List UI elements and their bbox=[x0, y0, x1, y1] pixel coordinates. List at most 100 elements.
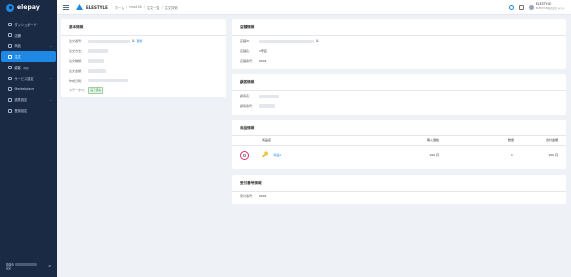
registration-icon bbox=[8, 109, 12, 113]
swap-icon[interactable]: ⇄ bbox=[48, 265, 51, 268]
menu-icon[interactable] bbox=[63, 4, 69, 10]
breadcrumb-account[interactable]: tmo100 bbox=[129, 5, 141, 10]
sidebar-item-customer[interactable]: 顧客 (β版) bbox=[1, 62, 56, 73]
created-at-row: 作成日時： bbox=[61, 76, 226, 86]
customer-label: 顧客 bbox=[14, 66, 21, 71]
status-badge: 完了済み bbox=[88, 86, 104, 94]
refresh-link[interactable]: 更新 bbox=[137, 39, 143, 43]
card-title: 受付番号情報 bbox=[240, 181, 262, 185]
redacted-value bbox=[88, 49, 108, 53]
sidebar-item-label: 顧客 (β版) bbox=[15, 65, 53, 70]
sidebar-item-store[interactable]: 店舗 bbox=[1, 30, 56, 41]
row-select-cell bbox=[240, 150, 262, 160]
field-label: 注文種類： bbox=[69, 58, 85, 63]
field-label: 注文番号： bbox=[69, 39, 85, 44]
copy-icon[interactable]: ⧉ bbox=[132, 39, 135, 43]
customer-icon bbox=[8, 65, 12, 70]
redacted-value bbox=[88, 69, 106, 73]
download-icon[interactable] bbox=[518, 4, 524, 10]
sidebar-item-service-settings[interactable]: サービス設定 ⌄ bbox=[1, 73, 56, 84]
column-header: 購入価格 bbox=[426, 138, 439, 142]
order-icon bbox=[8, 55, 12, 59]
store-number-row: 店舗番号： 0001 bbox=[232, 56, 566, 66]
breadcrumb-order-list[interactable]: 注文一覧 bbox=[147, 5, 160, 10]
field-label: 顧客番号： bbox=[240, 104, 256, 109]
sidebar-item-registration[interactable]: 登録設定 bbox=[1, 105, 56, 116]
checkbox-icon bbox=[243, 153, 246, 157]
elepay-logo-icon bbox=[6, 3, 14, 12]
total-cell: 100 円 bbox=[548, 153, 558, 157]
redacted-value bbox=[88, 78, 128, 83]
sidebar-nav: ダッシュボード 店舗 商品 ⌄ 注文 顧客 (β版) サービス設定 ⌄ Marke… bbox=[0, 19, 57, 116]
table-header: 商品名 購入価格 数量 合計金額 bbox=[232, 136, 566, 146]
product-link[interactable]: 商品A bbox=[273, 153, 281, 157]
store-number-value: 0001 bbox=[259, 58, 267, 63]
avatar bbox=[528, 4, 534, 10]
sidebar-item-label: 登録設定 bbox=[14, 109, 28, 114]
field-label: 店舗ID： bbox=[240, 39, 253, 44]
field-label: 作成日時： bbox=[69, 78, 85, 83]
column-header: 合計金額 bbox=[545, 138, 558, 142]
user-org: ELESTYLE株式会社 テスト bbox=[535, 7, 565, 10]
topbar-actions: ELESTYLE ELESTYLE株式会社 テスト bbox=[508, 3, 565, 10]
sidebar-item-label: サービス設定 bbox=[14, 76, 34, 81]
store-name: ELESTYLE bbox=[86, 4, 108, 10]
breadcrumb-home[interactable]: ホーム bbox=[115, 5, 124, 10]
card-title: 商品情報 bbox=[240, 126, 255, 130]
store-name-value: 1号店 bbox=[259, 49, 267, 54]
customer-name-row: 顧客名： bbox=[232, 92, 566, 102]
redacted-value bbox=[14, 262, 37, 266]
card-title: 基本情報 bbox=[69, 25, 84, 29]
sidebar-item-integration[interactable]: 連携設定 ⌄ bbox=[1, 95, 56, 106]
field-label: 注文方法： bbox=[69, 49, 85, 54]
field-label: 顧客名： bbox=[240, 94, 253, 99]
card-title: 顧客情報 bbox=[240, 80, 255, 84]
settings-label: 設定 bbox=[6, 267, 12, 270]
breadcrumb-separator: / bbox=[143, 4, 145, 9]
receipt-number-value: 0001 bbox=[259, 194, 267, 199]
field-label: 受付番号： bbox=[240, 194, 256, 199]
marketplace-icon bbox=[8, 87, 12, 91]
product-icon bbox=[8, 44, 12, 48]
user-info: ELESTYLE ELESTYLE株式会社 テスト bbox=[536, 3, 565, 10]
price-cell: 100 円 bbox=[429, 153, 439, 157]
user-menu[interactable]: ELESTYLE ELESTYLE株式会社 テスト bbox=[528, 3, 565, 10]
copy-icon[interactable]: ⧉ bbox=[316, 39, 319, 43]
field-label: ステータス： bbox=[69, 88, 88, 93]
sidebar-item-product[interactable]: 商品 ⌄ bbox=[1, 41, 56, 52]
chevron-down-icon: ⌄ bbox=[49, 76, 52, 81]
customer-info-card: 顧客情報 顧客名： 顧客番号： bbox=[232, 74, 566, 115]
row-checkbox[interactable] bbox=[240, 150, 249, 160]
sidebar-item-dashboard[interactable]: ダッシュボード bbox=[1, 19, 56, 30]
help-icon[interactable] bbox=[508, 4, 514, 10]
sidebar-item-label: Marketplace bbox=[14, 87, 35, 92]
logo-text: elepay bbox=[17, 4, 40, 11]
store-icon bbox=[8, 33, 12, 37]
sidebar-item-label: 注文 bbox=[14, 55, 21, 60]
store-name-row: 店舗名： 1号店 bbox=[232, 46, 566, 56]
redacted-value bbox=[88, 39, 130, 44]
redacted-value bbox=[88, 59, 104, 63]
column-header: 商品名 bbox=[262, 138, 272, 142]
customer-number-row: 顧客番号： bbox=[232, 101, 566, 111]
sidebar-item-order[interactable]: 注文 bbox=[1, 51, 56, 63]
breadcrumb: ホーム / tmo100 / 注文一覧 / 注文詳細 bbox=[115, 5, 178, 10]
chevron-down-icon: ⌄ bbox=[49, 97, 52, 102]
order-method-row: 注文方法： bbox=[61, 46, 226, 56]
column-header: 数量 bbox=[507, 138, 514, 142]
sidebar-item-label: 連携設定 bbox=[14, 98, 28, 103]
chevron-down-icon: ⌄ bbox=[49, 43, 52, 48]
breadcrumb-separator: / bbox=[161, 4, 163, 9]
settings-icon bbox=[8, 76, 12, 81]
field-label: 店舗番号： bbox=[240, 58, 256, 63]
order-type-row: 注文種類： bbox=[61, 56, 226, 66]
store-id-row: 店舗ID： ⧉ bbox=[232, 37, 566, 47]
table-row: 🔑 商品A 100 円 1 100 円 bbox=[232, 146, 566, 165]
order-number-row: 注文番号： ⧉ 更新 bbox=[61, 37, 226, 47]
redacted-value bbox=[259, 104, 275, 108]
sidebar-item-marketplace[interactable]: Marketplace bbox=[1, 84, 56, 95]
elepay-logo[interactable]: elepay bbox=[0, 0, 57, 15]
store-logo-icon bbox=[76, 4, 83, 10]
sidebar-footer: 開発者 設定 ⇄ bbox=[0, 262, 57, 272]
sidebar-item-label: 商品 bbox=[14, 44, 21, 49]
